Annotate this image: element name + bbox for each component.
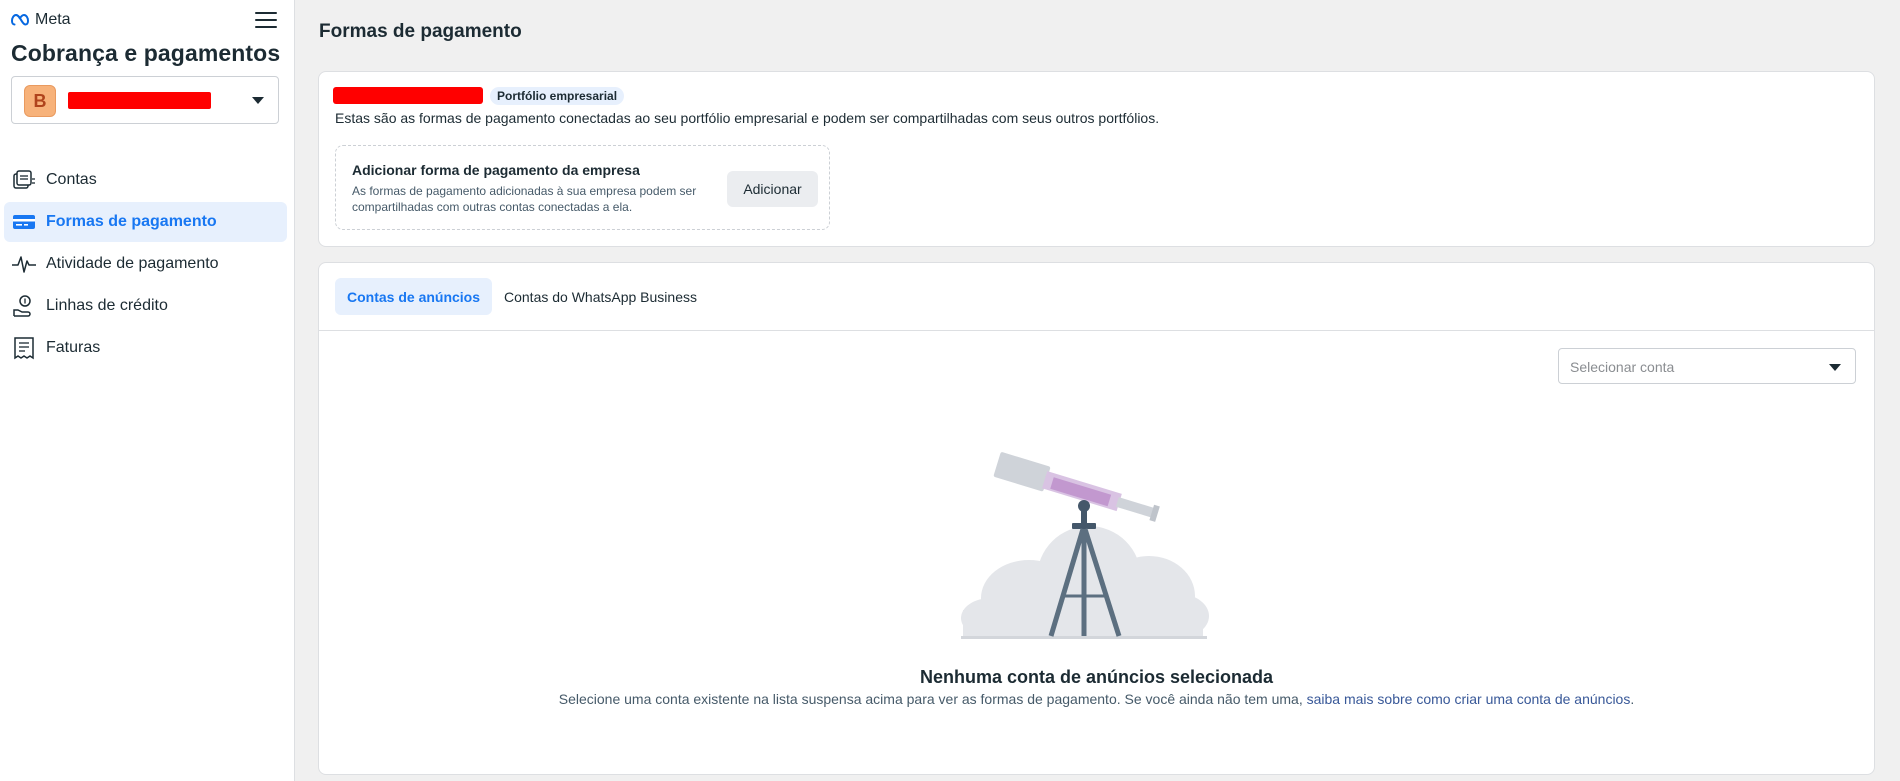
sidebar-title: Cobrança e pagamentos xyxy=(11,40,281,66)
menu-icon[interactable] xyxy=(255,12,277,32)
empty-state-suffix: . xyxy=(1630,691,1635,707)
sidebar-item-contas[interactable]: Contas xyxy=(4,160,287,200)
chevron-down-icon xyxy=(1829,364,1841,371)
sidebar-item-label: Faturas xyxy=(46,339,101,356)
accounts-icon xyxy=(10,168,38,192)
meta-infinity-icon xyxy=(11,14,30,26)
empty-state-title: Nenhuma conta de anúncios selecionada xyxy=(919,667,1274,687)
sidebar-item-atividade-de-pagamento[interactable]: Atividade de pagamento xyxy=(4,244,287,284)
account-select-placeholder: Selecionar conta xyxy=(1570,359,1675,375)
sidebar-item-label: Atividade de pagamento xyxy=(46,255,219,272)
app-root: Meta Cobrança e pagamentos B Contas Form… xyxy=(0,0,1900,781)
add-payment-button[interactable]: Adicionar xyxy=(727,171,818,207)
page-title: Formas de pagamento xyxy=(319,21,522,42)
meta-wordmark: Meta xyxy=(35,11,71,28)
tabs: Contas de anúncios Contas do WhatsApp Bu… xyxy=(319,263,1874,331)
invoice-icon xyxy=(10,336,38,360)
sidebar-item-label: Formas de pagamento xyxy=(46,213,217,230)
redacted-business-name xyxy=(333,87,483,104)
add-payment-subtitle: As formas de pagamento adicionadas à sua… xyxy=(352,184,697,214)
activity-icon xyxy=(10,252,38,276)
sidebar: Meta Cobrança e pagamentos B Contas Form… xyxy=(0,0,295,781)
ad-accounts-card: Contas de anúncios Contas do WhatsApp Bu… xyxy=(318,262,1875,775)
add-payment-title: Adicionar forma de pagamento da empresa xyxy=(352,162,640,178)
chevron-down-icon xyxy=(252,97,264,104)
sidebar-item-label: Contas xyxy=(46,171,97,188)
account-select-dropdown[interactable]: Selecionar conta xyxy=(1558,348,1856,384)
create-ad-account-link[interactable]: saiba mais sobre como criar uma conta de… xyxy=(1307,691,1631,707)
add-payment-method-box: Adicionar forma de pagamento da empresa … xyxy=(335,145,830,230)
telescope-illustration xyxy=(961,452,1209,639)
business-account-selector[interactable]: B xyxy=(11,76,279,124)
redacted-account-name xyxy=(68,92,211,109)
avatar: B xyxy=(24,85,56,117)
status-badge: Portfólio empresarial xyxy=(490,87,625,105)
credit-line-icon xyxy=(10,294,38,318)
meta-logo[interactable]: Meta xyxy=(11,11,71,29)
empty-state-text: Selecione uma conta existente na lista s… xyxy=(558,691,1307,707)
sidebar-item-faturas[interactable]: Faturas xyxy=(4,328,287,368)
credit-card-icon xyxy=(10,210,38,234)
sidebar-item-label: Linhas de crédito xyxy=(46,297,168,314)
business-description: Estas são as formas de pagamento conecta… xyxy=(335,110,1160,126)
tab-contas-whatsapp-business[interactable]: Contas do WhatsApp Business xyxy=(492,278,709,315)
sidebar-nav: Contas Formas de pagamento Atividade de … xyxy=(4,160,287,370)
business-payment-card: Portfólio empresarial Estas são as forma… xyxy=(318,71,1875,247)
empty-state-description: Selecione uma conta existente na lista s… xyxy=(319,691,1874,707)
sidebar-item-formas-de-pagamento[interactable]: Formas de pagamento xyxy=(4,202,287,242)
tab-contas-de-anuncios[interactable]: Contas de anúncios xyxy=(335,278,493,315)
sidebar-item-linhas-de-credito[interactable]: Linhas de crédito xyxy=(4,286,287,326)
